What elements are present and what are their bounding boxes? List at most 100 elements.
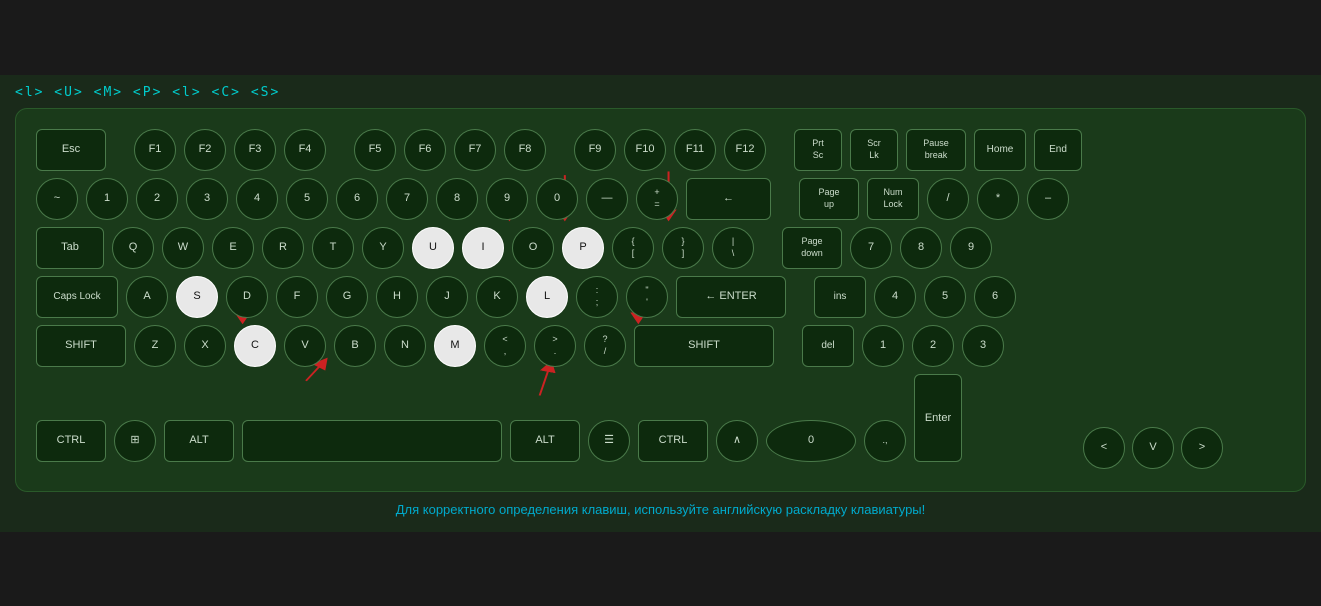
key-x[interactable]: X: [184, 325, 226, 367]
key-pageup[interactable]: Pageup: [799, 178, 859, 220]
key-space[interactable]: [242, 420, 502, 462]
key-pipe[interactable]: |\: [712, 227, 754, 269]
key-home[interactable]: Home: [974, 129, 1026, 171]
key-alt-r[interactable]: ALT: [510, 420, 580, 462]
key-4[interactable]: 4: [236, 178, 278, 220]
key-h[interactable]: H: [376, 276, 418, 318]
key-end[interactable]: End: [1034, 129, 1082, 171]
key-f6[interactable]: F6: [404, 129, 446, 171]
key-semicolon[interactable]: :;: [576, 276, 618, 318]
key-8[interactable]: 8: [436, 178, 478, 220]
key-num9[interactable]: 9: [950, 227, 992, 269]
key-slash[interactable]: ?/: [584, 325, 626, 367]
key-num2[interactable]: 2: [912, 325, 954, 367]
key-k[interactable]: K: [476, 276, 518, 318]
key-lbrace[interactable]: {[: [612, 227, 654, 269]
key-ins[interactable]: ins: [814, 276, 866, 318]
key-i[interactable]: I: [462, 227, 504, 269]
key-shift-r[interactable]: SHIFT: [634, 325, 774, 367]
key-num4[interactable]: 4: [874, 276, 916, 318]
key-n[interactable]: N: [384, 325, 426, 367]
key-esc[interactable]: Esc: [36, 129, 106, 171]
key-plus[interactable]: +=: [636, 178, 678, 220]
key-numdot[interactable]: .,: [864, 420, 906, 462]
key-0[interactable]: 0: [536, 178, 578, 220]
key-7[interactable]: 7: [386, 178, 428, 220]
key-dot[interactable]: >.: [534, 325, 576, 367]
key-f8[interactable]: F8: [504, 129, 546, 171]
key-tilde[interactable]: ~: [36, 178, 78, 220]
key-f7[interactable]: F7: [454, 129, 496, 171]
key-q[interactable]: Q: [112, 227, 154, 269]
key-a[interactable]: A: [126, 276, 168, 318]
key-numstar[interactable]: *: [977, 178, 1019, 220]
key-arr-right[interactable]: >: [1181, 427, 1223, 469]
key-f12[interactable]: F12: [724, 129, 766, 171]
key-u[interactable]: U: [412, 227, 454, 269]
key-numminus[interactable]: –: [1027, 178, 1069, 220]
key-2[interactable]: 2: [136, 178, 178, 220]
key-9[interactable]: 9: [486, 178, 528, 220]
key-backspace[interactable]: ←: [686, 178, 771, 220]
key-f5[interactable]: F5: [354, 129, 396, 171]
key-5[interactable]: 5: [286, 178, 328, 220]
key-g[interactable]: G: [326, 276, 368, 318]
key-f1[interactable]: F1: [134, 129, 176, 171]
key-6[interactable]: 6: [336, 178, 378, 220]
key-prtsc[interactable]: PrtSc: [794, 129, 842, 171]
key-f3[interactable]: F3: [234, 129, 276, 171]
key-s[interactable]: S: [176, 276, 218, 318]
key-shift-l[interactable]: SHIFT: [36, 325, 126, 367]
key-v[interactable]: V: [284, 325, 326, 367]
key-p[interactable]: P: [562, 227, 604, 269]
key-f9[interactable]: F9: [574, 129, 616, 171]
key-rbrace[interactable]: }]: [662, 227, 704, 269]
key-f4[interactable]: F4: [284, 129, 326, 171]
key-m[interactable]: M: [434, 325, 476, 367]
key-f10[interactable]: F10: [624, 129, 666, 171]
key-b[interactable]: B: [334, 325, 376, 367]
key-z[interactable]: Z: [134, 325, 176, 367]
key-ctrl-r[interactable]: CTRL: [638, 420, 708, 462]
key-alt-l[interactable]: ALT: [164, 420, 234, 462]
key-num6[interactable]: 6: [974, 276, 1016, 318]
key-minus[interactable]: —: [586, 178, 628, 220]
key-f11[interactable]: F11: [674, 129, 716, 171]
key-num0[interactable]: 0: [766, 420, 856, 462]
key-capslock[interactable]: Caps Lock: [36, 276, 118, 318]
key-f2[interactable]: F2: [184, 129, 226, 171]
key-num3[interactable]: 3: [962, 325, 1004, 367]
key-3[interactable]: 3: [186, 178, 228, 220]
key-numslash[interactable]: /: [927, 178, 969, 220]
key-pausebrk[interactable]: Pausebreak: [906, 129, 966, 171]
key-t[interactable]: T: [312, 227, 354, 269]
key-w[interactable]: W: [162, 227, 204, 269]
key-comma[interactable]: <,: [484, 325, 526, 367]
key-pagedown[interactable]: Pagedown: [782, 227, 842, 269]
key-r[interactable]: R: [262, 227, 304, 269]
key-num1[interactable]: 1: [862, 325, 904, 367]
key-c[interactable]: C: [234, 325, 276, 367]
key-l[interactable]: L: [526, 276, 568, 318]
key-scrlk[interactable]: ScrLk: [850, 129, 898, 171]
key-numlock[interactable]: NumLock: [867, 178, 919, 220]
key-arr-down[interactable]: V: [1132, 427, 1174, 469]
key-caret[interactable]: ∧: [716, 420, 758, 462]
key-y[interactable]: Y: [362, 227, 404, 269]
key-num5[interactable]: 5: [924, 276, 966, 318]
key-win[interactable]: ⊞: [114, 420, 156, 462]
key-j[interactable]: J: [426, 276, 468, 318]
key-num8[interactable]: 8: [900, 227, 942, 269]
key-del[interactable]: del: [802, 325, 854, 367]
key-enter[interactable]: ← ENTER: [676, 276, 786, 318]
key-e[interactable]: E: [212, 227, 254, 269]
key-1[interactable]: 1: [86, 178, 128, 220]
key-f[interactable]: F: [276, 276, 318, 318]
key-menu[interactable]: ☰: [588, 420, 630, 462]
key-arr-left[interactable]: <: [1083, 427, 1125, 469]
key-numenter[interactable]: Enter: [914, 374, 962, 462]
key-num7[interactable]: 7: [850, 227, 892, 269]
key-tab[interactable]: Tab: [36, 227, 104, 269]
key-ctrl-l[interactable]: CTRL: [36, 420, 106, 462]
key-d[interactable]: D: [226, 276, 268, 318]
